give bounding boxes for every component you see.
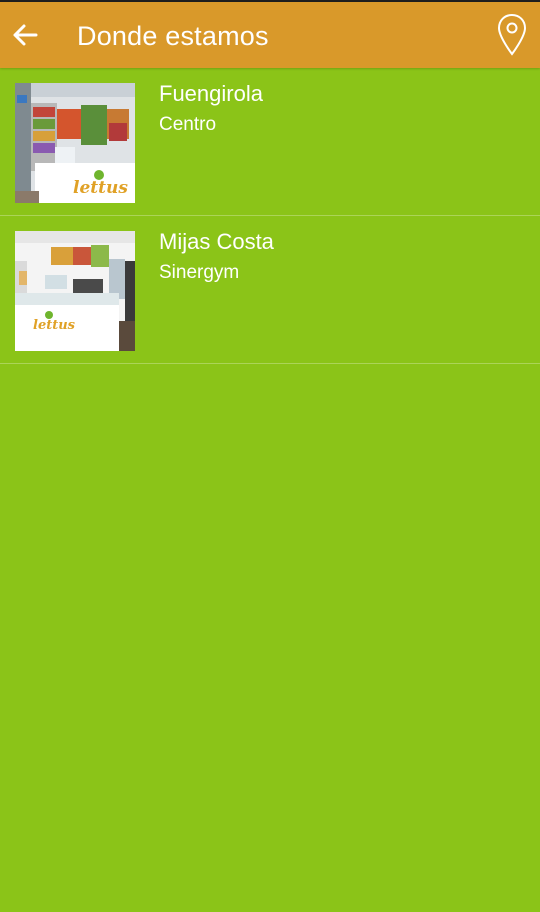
locations-list: lettus Fuengirola Centro lettus Mijas Co… xyxy=(0,68,540,364)
list-item-mijas-costa[interactable]: lettus Mijas Costa Sinergym xyxy=(0,216,540,364)
svg-text:lettus: lettus xyxy=(73,178,128,198)
map-pin-icon xyxy=(497,13,527,56)
location-title: Fuengirola xyxy=(159,81,263,106)
list-item-fuengirola[interactable]: lettus Fuengirola Centro xyxy=(0,68,540,216)
svg-text:lettus: lettus xyxy=(33,318,76,333)
map-button[interactable] xyxy=(490,10,534,60)
location-title: Mijas Costa xyxy=(159,229,274,254)
arrow-left-icon xyxy=(13,24,38,46)
back-button[interactable] xyxy=(6,12,44,58)
store-photo: lettus xyxy=(15,231,135,351)
app-bar: Donde estamos xyxy=(0,2,540,68)
location-subtitle: Centro xyxy=(159,114,217,135)
store-photo: lettus xyxy=(15,83,135,203)
location-subtitle: Sinergym xyxy=(159,262,240,283)
page-title: Donde estamos xyxy=(77,21,269,51)
